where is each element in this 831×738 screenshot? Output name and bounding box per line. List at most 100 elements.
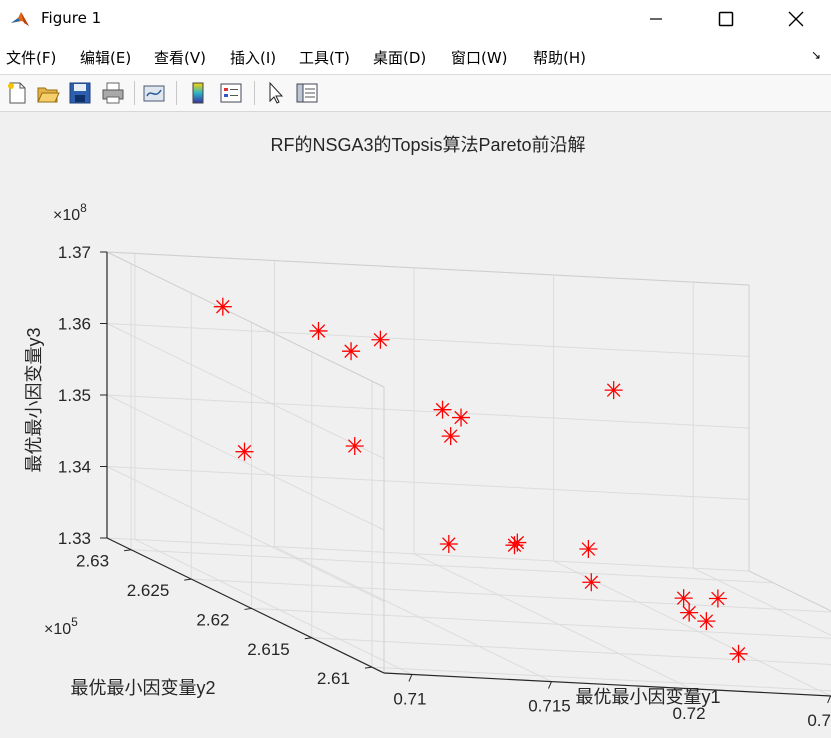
- grid-line: [311, 637, 831, 665]
- grid-line: [106, 537, 750, 572]
- dock-arrow-icon[interactable]: ↘: [811, 48, 821, 62]
- data-point: [441, 427, 460, 446]
- grid-line: [553, 560, 831, 697]
- data-point: [433, 400, 452, 419]
- grid-line: [413, 553, 692, 690]
- box-edge: [106, 251, 385, 388]
- z-tick-label: 1.35: [58, 386, 91, 405]
- axis-lines: [100, 251, 831, 704]
- y-exponent-base: ×10: [44, 621, 71, 638]
- data-point: [505, 536, 524, 555]
- data-point: [729, 644, 748, 663]
- toolbar-separator: [254, 81, 255, 105]
- grid-line: [106, 394, 750, 429]
- y-exponent-power: 5: [71, 615, 78, 629]
- box-edge: [106, 251, 750, 286]
- print-icon[interactable]: [100, 80, 126, 106]
- matlab-icon: [11, 12, 29, 26]
- data-point: [708, 589, 727, 608]
- figure-toolbar: [0, 75, 831, 112]
- x-tick-label: 0.71: [393, 689, 426, 708]
- menu-view[interactable]: 查看(V): [154, 47, 206, 68]
- legend-icon[interactable]: [218, 80, 244, 106]
- grid-line: [106, 394, 385, 531]
- minimize-icon: [650, 18, 662, 20]
- y-tick-label: 2.62: [196, 610, 229, 629]
- data-point: [342, 342, 361, 361]
- grid-line: [106, 466, 750, 500]
- z-axis-exponent: ×108: [53, 201, 87, 224]
- data-point: [582, 573, 601, 592]
- menu-file[interactable]: 文件(F): [6, 47, 56, 68]
- window-titlebar: Figure 1: [0, 0, 831, 38]
- data-point: [680, 603, 699, 622]
- new-figure-icon[interactable]: [4, 80, 30, 106]
- z-exponent-power: 8: [80, 201, 87, 215]
- data-point: [674, 589, 693, 608]
- grid-line: [106, 323, 385, 459]
- pointer-icon[interactable]: [262, 80, 288, 106]
- maximize-button[interactable]: [691, 0, 761, 38]
- y-tick-label: 2.625: [127, 581, 170, 600]
- z-tick-label: 1.34: [58, 458, 91, 477]
- toolbar-separator: [176, 81, 177, 105]
- window-title: Figure 1: [41, 9, 102, 27]
- grid-line: [106, 323, 750, 357]
- maximize-icon: [718, 11, 734, 27]
- data-point: [697, 612, 716, 631]
- y-axis-label: 最优最小因变量y2: [70, 678, 215, 698]
- x-tick-label: 0.715: [528, 697, 571, 716]
- y-tick: [124, 549, 132, 552]
- data-point: [452, 408, 471, 427]
- chart-title: RF的NSGA3的Topsis算法Pareto前沿解: [270, 135, 585, 155]
- menu-tools[interactable]: 工具(T): [299, 47, 350, 68]
- data-points: [213, 297, 748, 663]
- scatter3-chart[interactable]: RF的NSGA3的Topsis算法Pareto前沿解 0.71 0.715 0.72…: [0, 112, 831, 734]
- z-tick-label: 1.37: [58, 243, 91, 262]
- x-tick: [548, 681, 552, 689]
- open-file-icon[interactable]: [35, 80, 61, 106]
- grid-line: [251, 607, 831, 639]
- data-point: [439, 534, 458, 553]
- link-plot-icon[interactable]: [141, 80, 167, 106]
- grid-line: [191, 578, 831, 613]
- y-tick: [184, 578, 192, 581]
- data-point: [604, 381, 623, 400]
- data-point: [213, 297, 232, 316]
- y-tick-label: 2.61: [317, 669, 350, 688]
- menu-desktop[interactable]: 桌面(D): [373, 47, 426, 68]
- tick-labels: 0.710.7150.720.7250.732.612.6152.622.625…: [58, 243, 831, 730]
- toolbar-separator: [134, 81, 135, 105]
- menu-edit[interactable]: 编辑(E): [80, 47, 131, 68]
- data-point: [345, 437, 364, 456]
- z-exponent-base: ×10: [53, 207, 80, 224]
- menu-help[interactable]: 帮助(H): [533, 47, 586, 68]
- menu-insert[interactable]: 插入(I): [230, 47, 276, 68]
- x-axis-label: 最优最小因变量y1: [575, 687, 720, 707]
- data-point: [235, 442, 254, 461]
- y-axis-line: [106, 537, 385, 674]
- figure-canvas: RF的NSGA3的Topsis算法Pareto前沿解 0.71 0.715 0.72…: [0, 112, 831, 734]
- box-edge: [748, 570, 831, 612]
- y-tick: [244, 607, 252, 610]
- property-inspector-icon[interactable]: [294, 80, 320, 106]
- menu-bar: 文件(F) 编辑(E) 查看(V) 插入(I) 工具(T) 桌面(D) 窗口(W…: [0, 38, 831, 75]
- save-icon[interactable]: [67, 80, 93, 106]
- y-tick-label: 2.615: [247, 640, 290, 659]
- data-point: [371, 330, 390, 349]
- close-icon: [788, 11, 804, 27]
- minimize-button[interactable]: [621, 0, 691, 38]
- y-tick-label: 2.63: [76, 552, 109, 571]
- y-tick: [364, 666, 373, 669]
- x-tick: [827, 695, 831, 704]
- grid-line: [131, 549, 774, 584]
- x-tick-label: 0.725: [807, 711, 831, 730]
- grid-lines: [106, 251, 831, 697]
- grid-line: [274, 546, 552, 683]
- data-point: [309, 321, 328, 340]
- colorbar-icon[interactable]: [185, 80, 211, 106]
- close-button[interactable]: [761, 0, 831, 38]
- y-tick: [304, 637, 312, 640]
- menu-window[interactable]: 窗口(W): [451, 47, 508, 68]
- x-tick: [408, 674, 413, 682]
